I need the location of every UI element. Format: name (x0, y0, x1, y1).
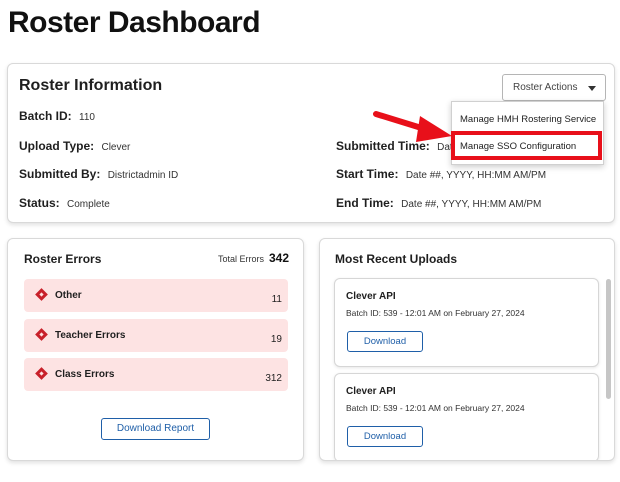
status-label: Status: (19, 196, 60, 210)
download-report-button[interactable]: Download Report (101, 418, 210, 440)
roster-actions-label: Roster Actions (513, 82, 578, 93)
roster-actions-dropdown[interactable]: Roster Actions (502, 74, 606, 101)
end-time-field: End Time: Date ##, YYYY, HH:MM AM/PM (336, 196, 541, 210)
menu-item-manage-hmh-rostering[interactable]: Manage HMH Rostering Service (460, 114, 596, 125)
error-row-teacher[interactable]: Teacher Errors 19 (24, 319, 288, 352)
upload-item-meta: Batch ID: 539 - 12:01 AM on February 27,… (346, 308, 525, 318)
error-diamond-icon (35, 328, 48, 341)
upload-item: Clever API Batch ID: 539 - 12:01 AM on F… (334, 278, 599, 367)
red-arrow-icon (373, 111, 452, 142)
upload-item-name: Clever API (346, 386, 396, 397)
error-row-count: 312 (265, 373, 282, 384)
submitted-by-value: Districtadmin ID (107, 170, 179, 181)
total-errors-label: Total Errors (217, 254, 264, 264)
batch-id-value: 110 (79, 112, 95, 123)
error-diamond-icon (35, 288, 48, 301)
sso-highlight-box (451, 131, 602, 160)
roster-errors-card: Roster Errors Total Errors 342 Other 11 T… (7, 238, 304, 461)
error-row-count: 19 (270, 334, 282, 345)
download-button[interactable]: Download (347, 331, 423, 352)
recent-uploads-title: Most Recent Uploads (335, 252, 458, 266)
upload-item-meta: Batch ID: 539 - 12:01 AM on February 27,… (346, 403, 525, 413)
error-row-count: 11 (271, 294, 282, 305)
page-title: Roster Dashboard (8, 6, 261, 39)
error-row-name: Teacher Errors (55, 330, 126, 341)
upload-item-name: Clever API (346, 291, 396, 302)
start-time-value: Date ##, YYYY, HH:MM AM/PM (405, 170, 547, 181)
caret-down-icon (588, 86, 596, 91)
error-row-name: Other (55, 290, 82, 301)
status-field: Status: Complete (19, 196, 110, 210)
status-value: Complete (67, 199, 110, 210)
total-errors: Total Errors 342 (218, 251, 289, 265)
error-row-class[interactable]: Class Errors 312 (24, 358, 288, 391)
submitted-by-label: Submitted By: (19, 167, 101, 181)
end-time-label: End Time: (336, 196, 394, 210)
batch-id-field: Batch ID: 110 (19, 109, 95, 123)
roster-errors-title: Roster Errors (24, 252, 102, 266)
start-time-label: Start Time: (336, 167, 399, 181)
upload-type-value: Clever (101, 142, 131, 153)
download-button[interactable]: Download (347, 426, 423, 447)
total-errors-value: 342 (268, 251, 289, 265)
upload-type-field: Upload Type: Clever (19, 139, 130, 153)
roster-information-title: Roster Information (19, 77, 163, 94)
start-time-field: Start Time: Date ##, YYYY, HH:MM AM/PM (336, 167, 546, 181)
batch-id-label: Batch ID: (19, 109, 72, 123)
end-time-value: Date ##, YYYY, HH:MM AM/PM (401, 199, 542, 210)
error-diamond-icon (35, 367, 48, 380)
upload-type-label: Upload Type: (19, 139, 95, 153)
error-row-name: Class Errors (55, 369, 115, 380)
uploads-scrollbar[interactable] (606, 279, 611, 399)
error-row-other[interactable]: Other 11 (24, 279, 288, 312)
submitted-by-field: Submitted By: Districtadmin ID (19, 167, 178, 181)
recent-uploads-card: Most Recent Uploads Clever API Batch ID:… (319, 238, 615, 461)
upload-item: Clever API Batch ID: 539 - 12:01 AM on F… (334, 373, 599, 460)
